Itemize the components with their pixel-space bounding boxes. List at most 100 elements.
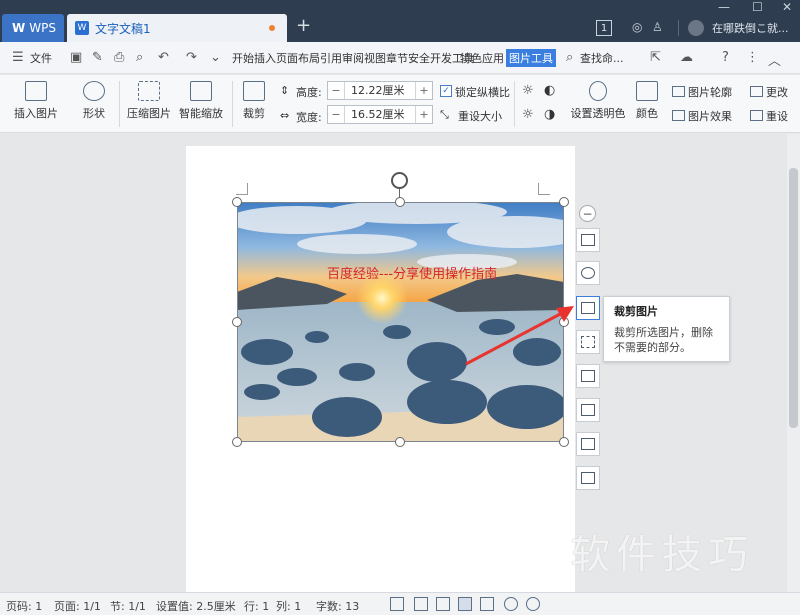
picture-to-text-button[interactable] xyxy=(576,398,600,422)
page-view-icon[interactable] xyxy=(458,597,472,611)
reset-picture-button[interactable]: 重设 xyxy=(750,108,788,124)
zoom-button[interactable] xyxy=(576,261,600,285)
tab-picture-tools[interactable]: 图片工具 xyxy=(506,49,556,67)
outline-view-icon[interactable] xyxy=(480,597,494,611)
insert-picture-label: 插入图片 xyxy=(14,107,58,120)
web-view-icon[interactable] xyxy=(504,597,518,611)
lock-ratio-checkbox[interactable]: ✓ xyxy=(440,85,452,97)
resize-handle-left[interactable] xyxy=(232,317,242,327)
picture-outline-button[interactable]: 图片轮廓 xyxy=(672,84,732,100)
collapse-ribbon-icon[interactable]: ︿ xyxy=(768,50,781,69)
search-command[interactable]: 查找命... xyxy=(580,50,624,66)
tab-home[interactable]: 开始 xyxy=(232,50,254,66)
tab-page-layout[interactable]: 页面布局 xyxy=(276,50,320,66)
resize-handle-top[interactable] xyxy=(395,197,405,207)
eye-protection-icon[interactable] xyxy=(526,597,540,611)
window-count-badge[interactable]: 1 xyxy=(596,20,612,36)
redo-icon[interactable]: ↷ xyxy=(186,50,197,65)
reset-size-icon[interactable]: ⤡ xyxy=(440,108,449,122)
tab-insert[interactable]: 插入 xyxy=(254,50,276,66)
resize-handle-bottom[interactable] xyxy=(395,437,405,447)
resize-handle-top-right[interactable] xyxy=(559,197,569,207)
help-icon[interactable]: ? xyxy=(722,50,729,65)
print-preview-icon[interactable]: ⌕ xyxy=(136,50,143,65)
collapse-toolbar-button[interactable]: − xyxy=(579,205,596,222)
close-button[interactable]: ✕ xyxy=(782,0,792,14)
width-stepper[interactable]: − 16.52厘米 + xyxy=(327,105,433,124)
share-icon[interactable]: ⇱ xyxy=(650,50,661,65)
tab-chapter[interactable]: 章节 xyxy=(386,50,408,66)
status-page[interactable]: 页面: 1/1 xyxy=(54,598,101,614)
compress-picture-button[interactable]: 压缩图片 xyxy=(126,81,172,121)
user-name[interactable]: 在哪跌倒こ就... xyxy=(712,20,789,36)
reading-mode-icon[interactable] xyxy=(414,597,428,611)
status-column[interactable]: 列: 1 xyxy=(276,598,301,614)
document-tab[interactable]: W 文字文稿1 xyxy=(67,14,287,42)
replace-picture-button[interactable] xyxy=(576,364,600,388)
reset-size-button[interactable]: 重设大小 xyxy=(458,108,502,124)
height-input[interactable]: 12.22厘米 xyxy=(344,82,416,99)
shape-button[interactable]: 形状 xyxy=(76,81,112,121)
crop-float-button[interactable] xyxy=(576,296,600,320)
height-decrease-button[interactable]: − xyxy=(328,84,344,97)
resize-handle-bottom-right[interactable] xyxy=(559,437,569,447)
rotate-handle[interactable] xyxy=(391,172,408,189)
picture-effect-button[interactable]: 图片效果 xyxy=(672,108,732,124)
ribbon: 插入图片 形状 压缩图片 智能缩放 裁剪 ⇕ 高度: − 12.22厘米 + ⇔… xyxy=(0,75,800,133)
brightness-up-icon[interactable]: ☼ xyxy=(522,83,534,98)
undo-icon[interactable]: ↶ xyxy=(158,50,169,65)
tooltip-body: 裁剪所选图片，删除不需要的部分。 xyxy=(614,326,713,354)
more-chevron-icon[interactable]: ⌄ xyxy=(210,50,221,65)
compress-float-button[interactable] xyxy=(576,330,600,354)
width-input[interactable]: 16.52厘米 xyxy=(344,106,416,123)
fullscreen-icon[interactable] xyxy=(390,597,404,611)
search-icon[interactable]: ⌕ xyxy=(566,50,573,65)
resize-handle-top-left[interactable] xyxy=(232,197,242,207)
status-section[interactable]: 节: 1/1 xyxy=(110,598,146,614)
tab-view[interactable]: 视图 xyxy=(364,50,386,66)
scrollbar-thumb[interactable] xyxy=(789,168,798,428)
crop-button[interactable]: 裁剪 xyxy=(238,81,270,121)
width-decrease-button[interactable]: − xyxy=(328,108,344,121)
print-icon[interactable]: ⎙ xyxy=(114,50,124,65)
save-icon[interactable]: ▣ xyxy=(70,50,82,65)
brightness-down-icon[interactable]: ☼ xyxy=(522,107,534,122)
contrast-up-icon[interactable]: ◐ xyxy=(544,83,555,98)
picture-edit-button[interactable] xyxy=(576,466,600,490)
hamburger-icon[interactable]: ☰ xyxy=(12,50,24,65)
height-increase-button[interactable]: + xyxy=(416,84,432,97)
width-icon: ⇔ xyxy=(280,109,290,122)
tab-review[interactable]: 审阅 xyxy=(342,50,364,66)
cloud-icon[interactable]: ☁ xyxy=(680,50,693,65)
insert-picture-button[interactable]: 插入图片 xyxy=(10,81,62,121)
skin-icon[interactable]: ◎ xyxy=(632,20,642,34)
change-picture-button[interactable]: 更改 xyxy=(750,84,788,100)
shirt-icon[interactable]: ♙ xyxy=(652,20,663,34)
avatar[interactable] xyxy=(688,20,704,36)
format-painter-icon[interactable]: ✎ xyxy=(92,50,103,65)
maximize-button[interactable]: ☐ xyxy=(752,0,763,14)
resize-handle-bottom-left[interactable] xyxy=(232,437,242,447)
height-stepper[interactable]: − 12.22厘米 + xyxy=(327,81,433,100)
status-word-count[interactable]: 字数: 13 xyxy=(316,598,359,614)
write-mode-icon[interactable] xyxy=(436,597,450,611)
minimize-button[interactable]: — xyxy=(718,0,730,14)
contrast-down-icon[interactable]: ◑ xyxy=(544,107,555,122)
width-increase-button[interactable]: + xyxy=(416,108,432,121)
new-tab-button[interactable]: + xyxy=(296,16,311,36)
status-page-number[interactable]: 页码: 1 xyxy=(6,598,42,614)
status-setting-value[interactable]: 设置值: 2.5厘米 xyxy=(156,598,236,614)
tab-references[interactable]: 引用 xyxy=(320,50,342,66)
wrap-text-button[interactable] xyxy=(576,228,600,252)
smart-zoom-button[interactable]: 智能缩放 xyxy=(178,81,224,121)
set-transparent-button[interactable]: 设置透明色 xyxy=(568,81,628,121)
file-menu[interactable]: 文件 xyxy=(30,50,52,66)
tab-security[interactable]: 安全 xyxy=(408,50,430,66)
lock-ratio-label[interactable]: 锁定纵横比 xyxy=(455,84,510,100)
picture-translate-button[interactable] xyxy=(576,432,600,456)
wps-app-tab[interactable]: W WPS xyxy=(2,14,64,42)
more-options-icon[interactable]: ⋮ xyxy=(746,50,759,65)
tab-special-apps[interactable]: 特色应用 xyxy=(460,50,504,66)
color-button[interactable]: 颜色 xyxy=(630,81,664,121)
status-row[interactable]: 行: 1 xyxy=(244,598,269,614)
